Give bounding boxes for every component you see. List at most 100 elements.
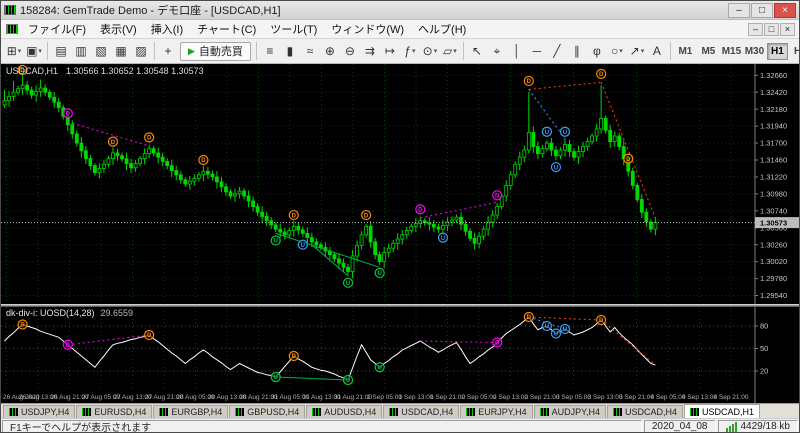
svg-text:50: 50 <box>760 344 768 353</box>
text-button[interactable]: A <box>647 42 667 61</box>
chart-tabs: USDJPY,H4 EURUSD,H4 EURGBP,H4 GBPUSD,H4 AUDU… <box>1 403 799 418</box>
chart-tab-gbpusd-h4[interactable]: GBPUSD,H4 <box>229 405 306 418</box>
minimize-button[interactable]: – <box>728 2 750 18</box>
chart-tab-eurusd-h4[interactable]: EURUSD,H4 <box>76 405 153 418</box>
mdi-minimize-button[interactable]: – <box>748 22 763 36</box>
price-chart-canvas[interactable]: D D D D D U D U U D U D U D D U U U D D 1.32660 1.32420 1.3218… <box>1 64 800 304</box>
svg-text:1.32420: 1.32420 <box>760 88 787 97</box>
svg-text:U: U <box>545 130 549 136</box>
chart-tab-usdcad-h4[interactable]: USDCAD,H4 <box>607 405 684 418</box>
templates-icon: ▱ <box>443 44 453 58</box>
chart-tab-audjpy-h4[interactable]: AUDJPY,H4 <box>533 405 606 418</box>
svg-text:U: U <box>377 271 381 277</box>
new-chart-button[interactable]: ⊞ ▾ <box>4 42 24 61</box>
data-window-button[interactable]: ▥ <box>71 42 91 61</box>
svg-text:U: U <box>554 332 558 338</box>
close-button[interactable]: × <box>774 2 796 18</box>
periods-button[interactable]: ⊙ ▾ <box>420 42 440 61</box>
svg-text:1.32660: 1.32660 <box>760 71 787 80</box>
svg-text:U: U <box>563 130 567 136</box>
candlestick-icon: ▮ <box>286 44 294 58</box>
arrows-button[interactable]: ↗ ▾ <box>627 42 647 61</box>
title-bar[interactable]: 158284: GemTrade Demo - デモ口座 - [USDCAD,H… <box>1 1 799 20</box>
svg-text:1 Sep 05:00: 1 Sep 05:00 <box>367 394 402 401</box>
menu-item-file[interactable]: ファイル(F) <box>21 19 93 39</box>
chart-tab-audusd-h4[interactable]: AUDUSD,H4 <box>306 405 383 418</box>
window-title: 158284: GemTrade Demo - デモ口座 - [USDCAD,H… <box>20 5 281 17</box>
svg-text:20: 20 <box>760 367 768 376</box>
price-chart[interactable]: D D D D D U D U U D U D U D D U U U D D 1.32660 1.32420 1.3218… <box>1 64 799 304</box>
timeframe-m1-button[interactable]: M1 <box>675 43 696 60</box>
navigator-button[interactable]: ▧ <box>91 42 111 61</box>
candlestick-button[interactable]: ▮ <box>280 42 300 61</box>
data-window-icon: ▥ <box>75 44 87 58</box>
app-icon <box>4 5 16 15</box>
terminal-button[interactable]: ▦ <box>111 42 131 61</box>
menu-item-window[interactable]: ウィンドウ(W) <box>324 19 411 39</box>
zoom-out-icon: ⊖ <box>344 44 355 58</box>
svg-text:D: D <box>111 140 116 146</box>
new-order-button[interactable]: + <box>158 42 178 61</box>
indicators-button[interactable]: ƒ ▾ <box>400 42 420 61</box>
chart-shift-button[interactable]: ↦ <box>380 42 400 61</box>
chart-icon <box>539 408 549 416</box>
timeframe-h1-button[interactable]: H1 <box>766 42 788 60</box>
fibonacci-button[interactable]: φ <box>587 42 607 61</box>
chart-tab-label: USDCAD,H4 <box>625 407 678 417</box>
chart-tab-usdcad-h4[interactable]: USDCAD,H4 <box>383 405 460 418</box>
svg-text:U: U <box>441 236 445 242</box>
templates-button[interactable]: ▱ ▾ <box>440 42 460 61</box>
timeframe-m5-button[interactable]: M5 <box>698 43 719 60</box>
menu-item-chart[interactable]: チャート(C) <box>190 19 263 39</box>
menu-item-help[interactable]: ヘルプ(H) <box>411 19 473 39</box>
svg-text:2 Sep 21:00: 2 Sep 21:00 <box>524 394 559 401</box>
horizontal-line-button[interactable]: ─ <box>527 42 547 61</box>
menu-item-tools[interactable]: ツール(T) <box>263 19 324 39</box>
timeframe-h4-button[interactable]: H4 <box>790 43 799 60</box>
svg-text:1 Sep 21:00: 1 Sep 21:00 <box>430 394 465 401</box>
channel-button[interactable]: ∥ <box>567 42 587 61</box>
svg-text:U: U <box>377 365 381 371</box>
auto-scroll-button[interactable]: ⇉ <box>360 42 380 61</box>
vertical-line-button[interactable]: │ <box>507 42 527 61</box>
chart-tab-usdjpy-h4[interactable]: USDJPY,H4 <box>3 405 76 418</box>
menu-item-insert[interactable]: 挿入(I) <box>144 19 190 39</box>
strategy-tester-button[interactable]: ▨ <box>131 42 151 61</box>
line-chart-button[interactable]: ≈ <box>300 42 320 61</box>
chevron-down-icon: ▾ <box>433 48 438 55</box>
timeframe-m30-button[interactable]: M30 <box>744 43 765 60</box>
auto-trading-button[interactable]: ▶ 自動売買 <box>180 41 251 61</box>
menu-item-view[interactable]: 表示(V) <box>93 19 144 39</box>
timeframe-m15-button[interactable]: M15 <box>721 43 742 60</box>
svg-text:3 Sep 13:00: 3 Sep 13:00 <box>587 394 622 401</box>
indicator-canvas[interactable]: DDDUDUUDDUUUD805020 <box>1 307 800 390</box>
bar-chart-button[interactable]: ≡ <box>260 42 280 61</box>
crosshair-button[interactable]: ⌖ <box>487 42 507 61</box>
auto-scroll-icon: ⇉ <box>364 44 375 58</box>
time-axis[interactable]: 26 Aug 2020 26 Aug 13:00 26 Aug 21:00 27 Au… <box>1 390 799 403</box>
cursor-button[interactable]: ↖ <box>467 42 487 61</box>
menu-items: ファイル(F) 表示(V) 挿入(I) チャート(C) ツール(T) ウィンドウ(W) ヘル… <box>21 19 748 39</box>
zoom-out-button[interactable]: ⊖ <box>340 42 360 61</box>
chart-tab-eurjpy-h4[interactable]: EURJPY,H4 <box>460 405 533 418</box>
chart-tab-eurgbp-h4[interactable]: EURGBP,H4 <box>153 405 229 418</box>
chart-window-icon <box>6 24 18 34</box>
profiles-button[interactable]: ▣ ▾ <box>24 42 44 61</box>
market-watch-button[interactable]: ▤ <box>51 42 71 61</box>
chart-tab-label: EURJPY,H4 <box>478 407 527 417</box>
status-connection: 4429/18 kb <box>717 419 798 432</box>
svg-text:D: D <box>527 79 532 85</box>
zoom-in-icon: ⊕ <box>324 44 335 58</box>
trendline-button[interactable]: ╱ <box>547 42 567 61</box>
maximize-button[interactable]: □ <box>751 2 773 18</box>
mdi-close-button[interactable]: × <box>780 22 795 36</box>
mdi-restore-button[interactable]: □ <box>764 22 779 36</box>
status-profile[interactable]: 2020_04_08 <box>643 419 716 432</box>
indicator-window[interactable]: D D D U D U U D D U U U D 80 50 20 dk-div-i: UOSD(14,28… <box>1 307 799 390</box>
fibonacci-icon: φ <box>593 44 601 58</box>
shapes-button[interactable]: ○ ▾ <box>607 42 627 61</box>
zoom-in-button[interactable]: ⊕ <box>320 42 340 61</box>
chart-tab-usdcad-h1[interactable]: USDCAD,H1 <box>684 404 761 418</box>
svg-text:U: U <box>274 239 278 245</box>
svg-text:1 Sep 13:00: 1 Sep 13:00 <box>398 394 433 401</box>
